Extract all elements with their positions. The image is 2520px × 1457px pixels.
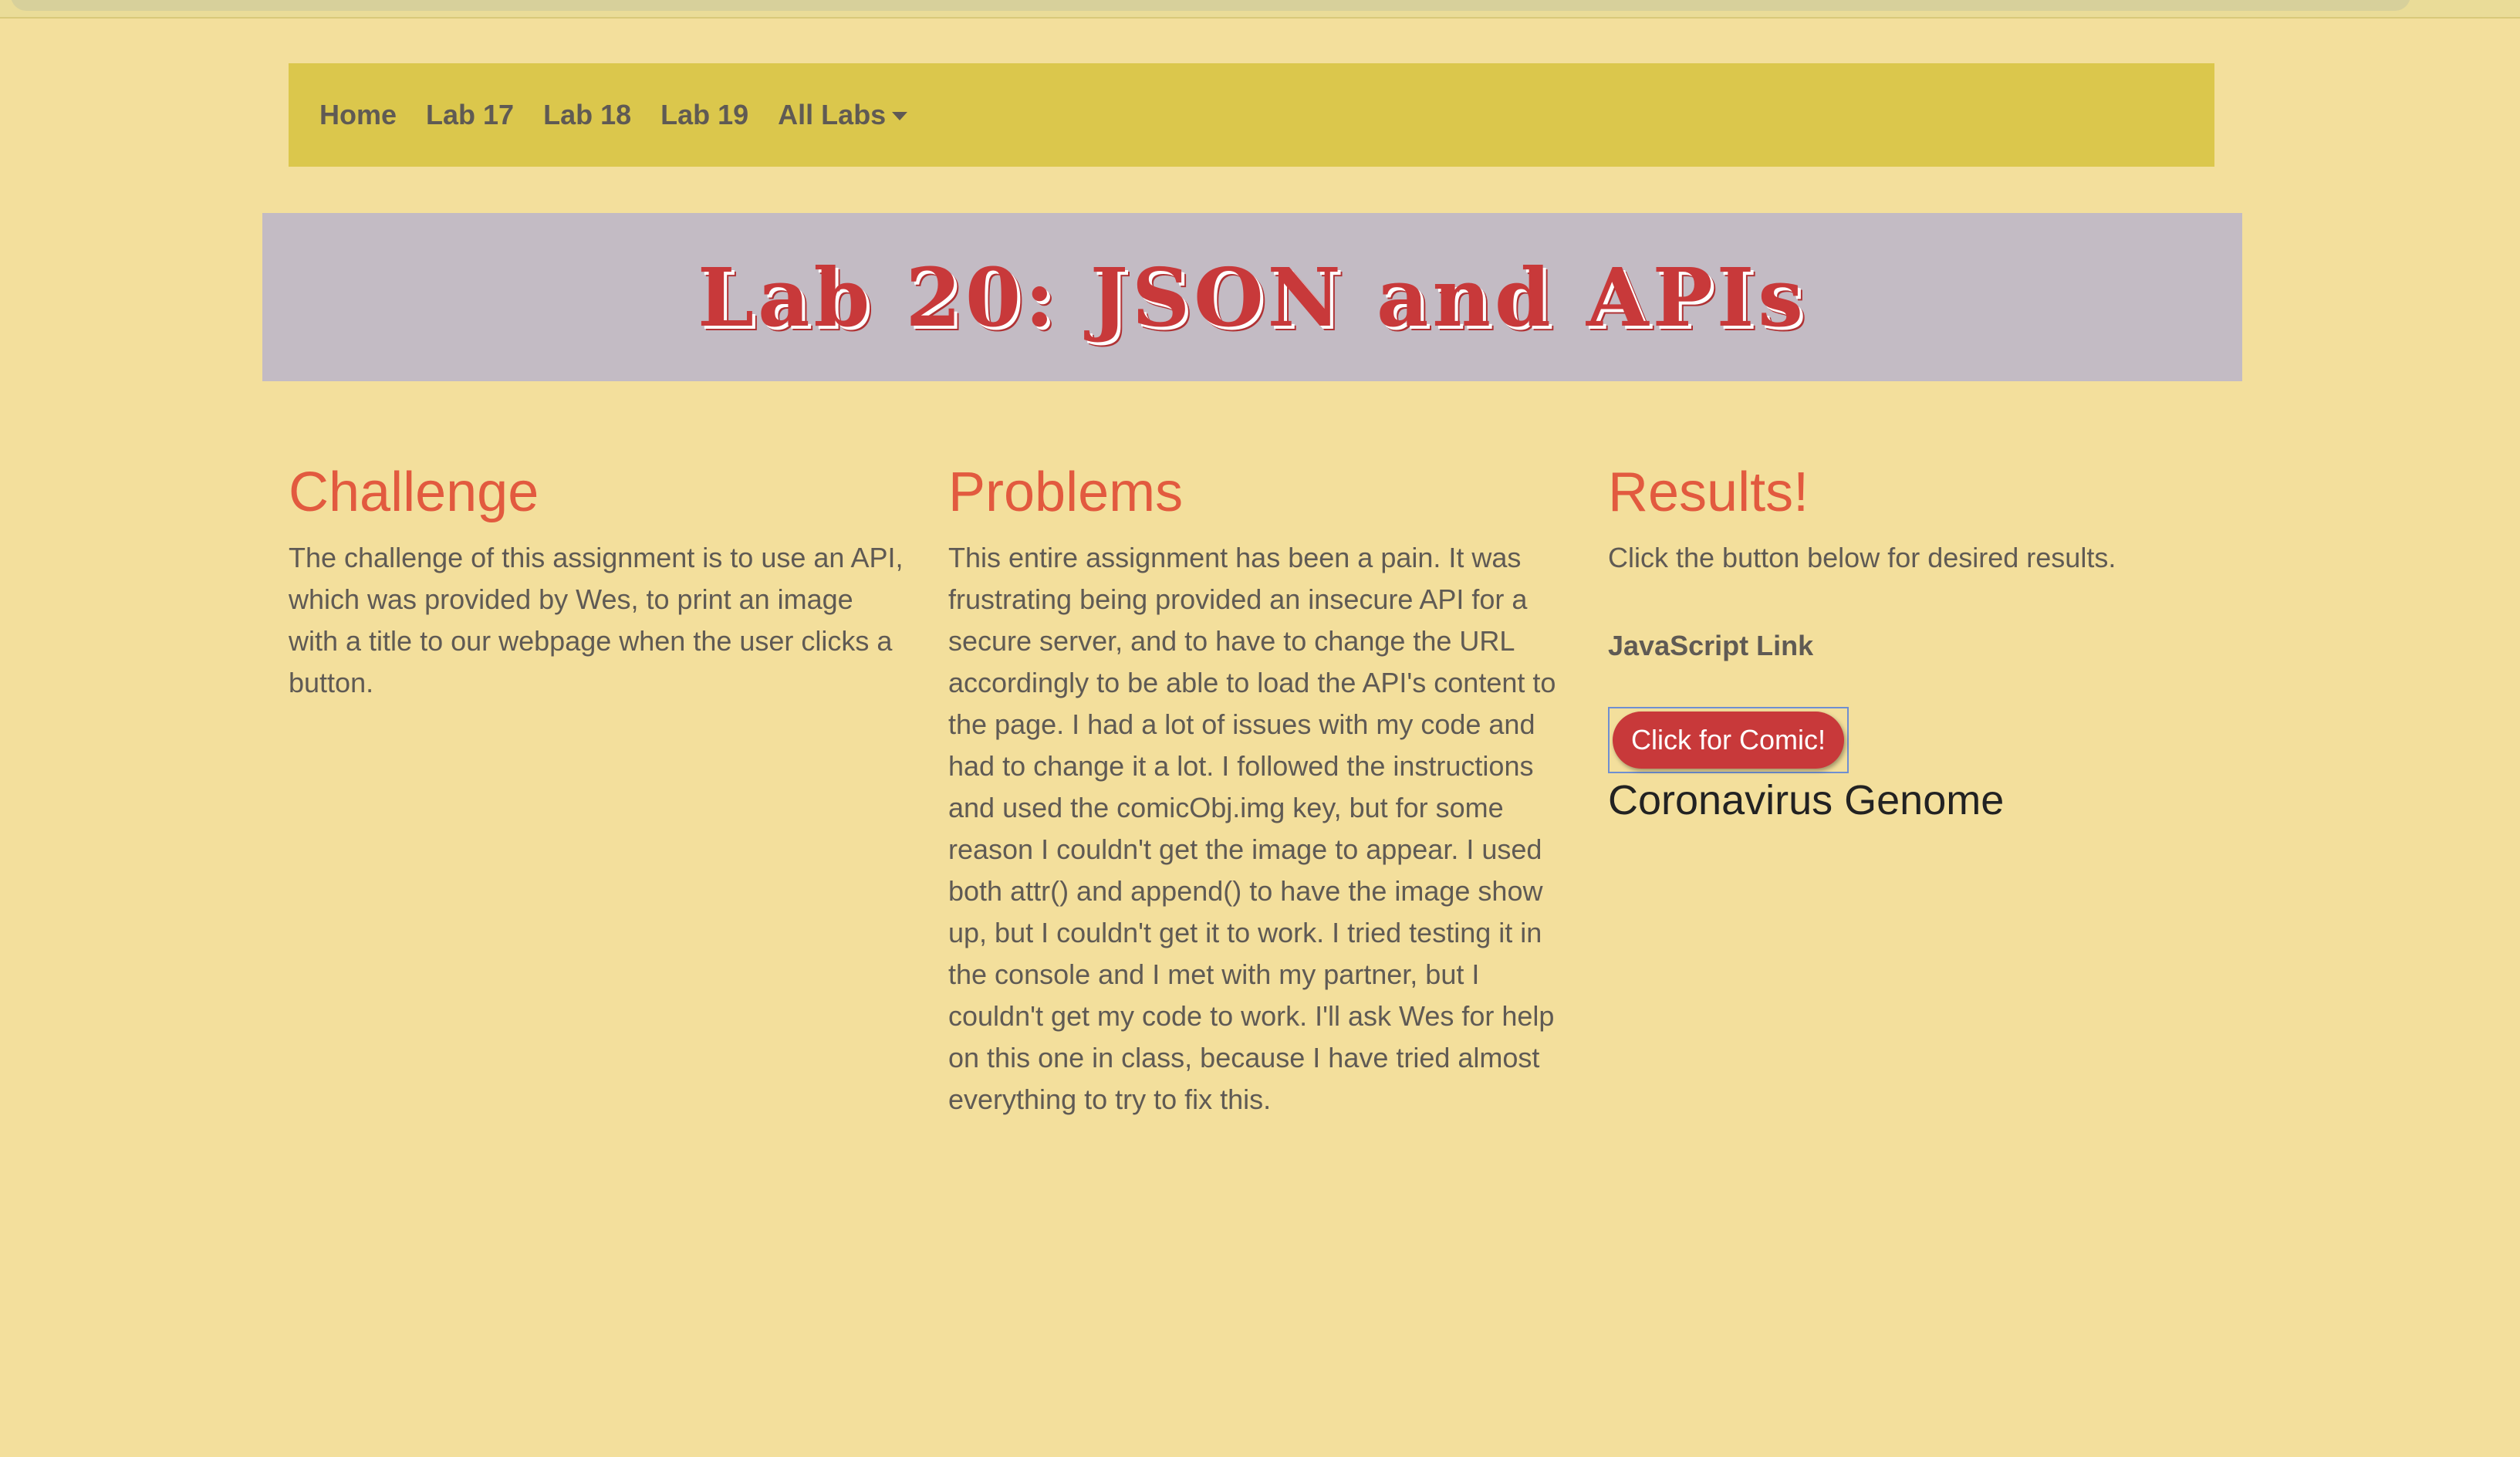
challenge-heading: Challenge bbox=[289, 461, 539, 523]
page-banner: Lab 20: JSON and APIs bbox=[262, 213, 2242, 381]
click-for-comic-button[interactable]: Click for Comic! bbox=[1613, 712, 1845, 769]
caret-down-icon bbox=[892, 111, 908, 120]
nav-all-labs-label: All Labs bbox=[778, 99, 887, 130]
challenge-section: Challenge The challenge of this assignme… bbox=[289, 455, 906, 704]
results-text: Click the button below for desired resul… bbox=[1608, 542, 2116, 573]
results-section: Results! Click the button below for desi… bbox=[1608, 455, 2210, 824]
comic-title: Coronavirus Genome bbox=[1608, 777, 2005, 823]
results-heading: Results! bbox=[1608, 461, 1809, 523]
page-title: Lab 20: JSON and APIs bbox=[698, 249, 1807, 345]
nav-all-labs-dropdown[interactable]: All Labs bbox=[778, 99, 908, 131]
browser-address-strip bbox=[0, 0, 2520, 19]
problems-section: Problems This entire assignment has been… bbox=[948, 455, 1566, 1121]
nav-lab18-link[interactable]: Lab 18 bbox=[543, 99, 631, 131]
problems-heading: Problems bbox=[948, 461, 1184, 523]
javascript-link[interactable]: JavaScript Link bbox=[1608, 625, 2210, 667]
nav-lab17-link[interactable]: Lab 17 bbox=[426, 99, 514, 131]
comic-button-focus-ring: Click for Comic! bbox=[1608, 707, 1849, 773]
nav-home-link[interactable]: Home bbox=[319, 99, 397, 131]
nav-lab19-link[interactable]: Lab 19 bbox=[660, 99, 748, 131]
challenge-text: The challenge of this assignment is to u… bbox=[289, 542, 904, 698]
top-navbar: Home Lab 17 Lab 18 Lab 19 All Labs bbox=[289, 63, 2214, 167]
problems-text: This entire assignment has been a pain. … bbox=[948, 542, 1556, 1115]
address-bar[interactable] bbox=[11, 0, 2410, 11]
